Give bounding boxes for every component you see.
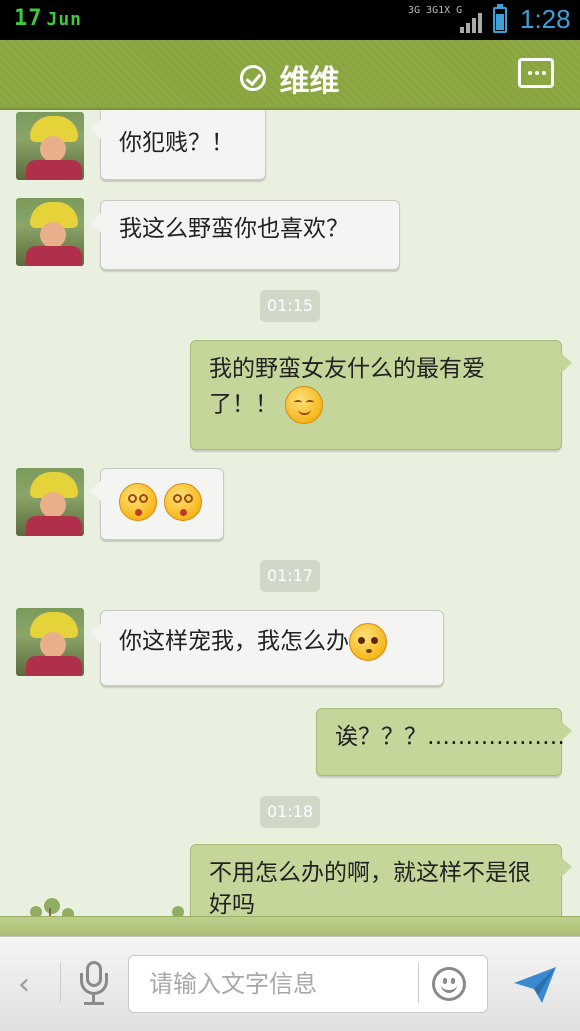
smile-emoji-icon — [285, 386, 324, 424]
contact-avatar[interactable] — [16, 198, 84, 266]
date-month: Jun — [46, 9, 83, 30]
check-circle-icon — [240, 65, 267, 91]
message-text: 我的野蛮女友什么的最有爱了！！ — [209, 356, 485, 418]
network-label: 3G 3G1X G — [408, 5, 463, 16]
microphone-icon[interactable] — [78, 961, 110, 1007]
more-dot — [542, 71, 546, 75]
incoming-message[interactable]: 你这样宠我，我怎么办 — [90, 610, 444, 686]
network-signal-icon: 3G 3G1X G — [408, 5, 488, 35]
contact-avatar[interactable] — [16, 608, 84, 676]
date-day: 17 — [14, 6, 43, 31]
header-title-wrap: 维维 — [0, 56, 580, 100]
contact-avatar[interactable] — [16, 112, 84, 180]
message-text: 你犯贱？！ — [119, 130, 234, 156]
contact-avatar[interactable] — [16, 468, 84, 536]
signal-bars-icon — [460, 13, 482, 33]
chevron-left-icon[interactable]: ‹ — [18, 967, 42, 1002]
message-timestamp: 01:15 — [260, 290, 320, 322]
chat-header: 维维 — [0, 40, 580, 110]
status-bar: 17 Jun 3G 3G1X G 1:28 — [0, 0, 580, 40]
incoming-message[interactable]: 我这么野蛮你也喜欢？ — [90, 200, 400, 270]
status-time: 1:28 — [520, 4, 571, 34]
status-date: 17 Jun — [14, 6, 82, 31]
message-text: 你这样宠我，我怎么办 — [119, 628, 349, 655]
message-text: 不用怎么办的啊，就这样不是很好吗 — [209, 860, 531, 918]
dizzy-emoji-icon — [164, 483, 203, 521]
send-icon[interactable] — [512, 965, 558, 1005]
smiley-icon[interactable] — [432, 967, 466, 1001]
shy-emoji-icon — [349, 623, 387, 661]
chat-area[interactable]: 你犯贱？！ 我这么野蛮你也喜欢？ 01:15 我的野蛮女友什么的最有爱了！！ 0… — [0, 110, 580, 936]
message-timestamp: 01:18 — [260, 796, 320, 828]
message-timestamp: 01:17 — [260, 560, 320, 592]
message-text: 我这么野蛮你也喜欢？ — [119, 216, 349, 242]
dizzy-emoji-icon — [119, 483, 157, 521]
outgoing-message[interactable]: 我的野蛮女友什么的最有爱了！！ — [190, 340, 572, 450]
divider — [418, 963, 419, 1003]
message-text: 诶？？？……………… — [335, 724, 565, 750]
incoming-message[interactable]: 你犯贱？！ — [90, 110, 266, 180]
ground-decoration — [0, 916, 580, 936]
divider — [60, 963, 61, 1003]
input-bar: ‹ — [0, 936, 580, 1031]
more-options-button[interactable] — [518, 58, 554, 88]
outgoing-message[interactable]: 诶？？？……………… — [316, 708, 572, 776]
more-dots-icon — [528, 71, 532, 75]
battery-icon — [493, 4, 507, 33]
tree-decoration — [44, 898, 60, 916]
more-dot — [535, 71, 539, 75]
incoming-message[interactable] — [90, 468, 224, 540]
chat-title: 维维 — [279, 64, 340, 99]
